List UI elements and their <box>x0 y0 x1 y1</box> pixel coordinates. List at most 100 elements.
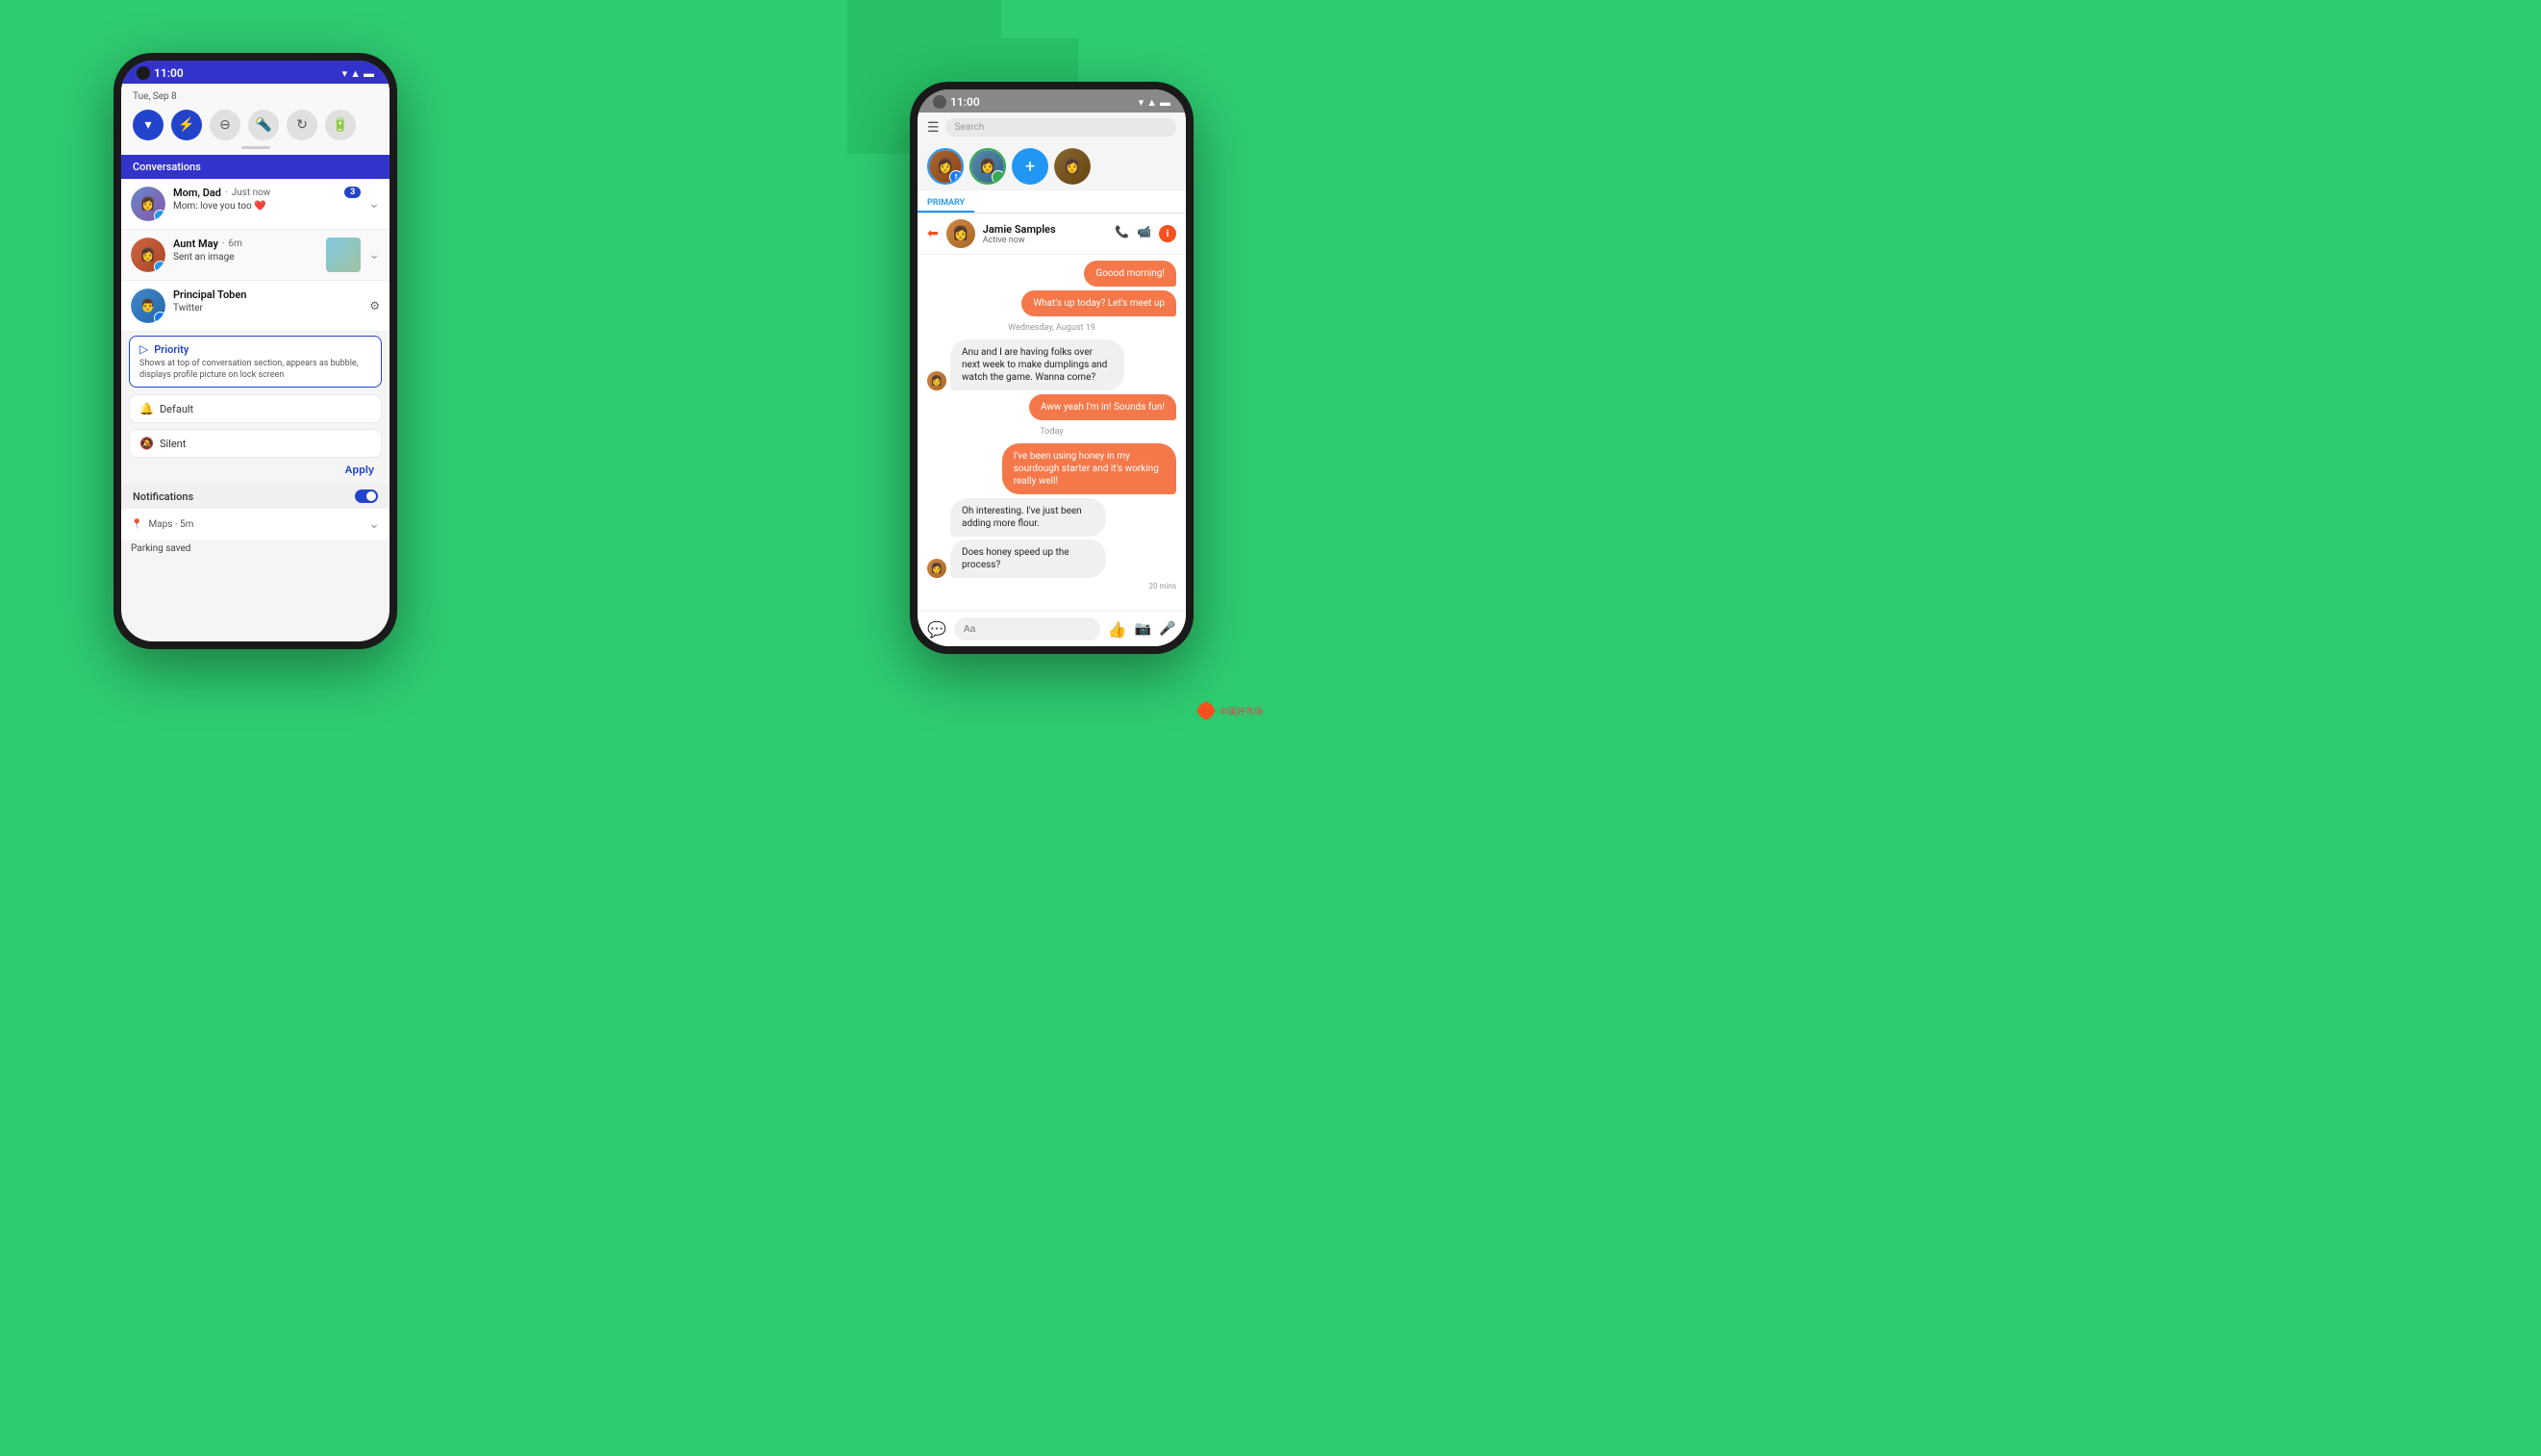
avatar-badge-mom-dad <box>154 210 165 221</box>
conversations-header: Conversations <box>121 155 390 179</box>
story-avatar-3[interactable]: 👩 <box>1054 148 1091 185</box>
chevron-aunt-may[interactable]: ⌄ <box>368 247 380 263</box>
quick-settings: Tue, Sep 8 ▾ ⚡ ⊖ 🔦 ↻ 🔋 <box>121 84 390 155</box>
wifi-toggle[interactable]: ▾ <box>133 110 164 140</box>
battery-icon-left: ▬ <box>364 67 374 80</box>
dnd-toggle[interactable]: ⊖ <box>210 110 240 140</box>
chat-header: ⬅ 👩 Jamie Samples Active now 📞 📹 i <box>918 213 1186 255</box>
apply-button[interactable]: Apply <box>344 464 374 476</box>
bluetooth-toggle[interactable]: ⚡ <box>171 110 202 140</box>
battery-saver-toggle[interactable]: 🔋 <box>325 110 356 140</box>
notif-name-aunt-may: Aunt May <box>173 238 218 250</box>
status-icons-left: ▾ ▲ ▬ <box>342 67 374 80</box>
flashlight-icon: 🔦 <box>255 117 271 133</box>
notif-thumb-aunt-may <box>326 238 361 272</box>
story-add-button[interactable]: + <box>1012 148 1048 185</box>
msg-3: Anu and I are having folks over next wee… <box>950 339 1124 390</box>
phone-left-screen: 11:00 ▾ ▲ ▬ Tue, Sep 8 ▾ ⚡ ⊖ <box>121 61 390 641</box>
priority-icon: ▷ <box>139 342 148 356</box>
priority-desc: Shows at top of conversation section, ap… <box>139 359 371 381</box>
status-bar-left: 11:00 ▾ ▲ ▬ <box>121 61 390 84</box>
priority-label: Priority <box>154 343 189 356</box>
chat-bottom-bar: 💬 👍 📷 🎤 + <box>918 611 1186 646</box>
msg-2: What's up today? Let's meet up <box>1021 290 1176 316</box>
maps-message: Parking saved <box>121 540 390 560</box>
avatar-mom-dad: 👩 <box>131 187 165 221</box>
rotate-toggle[interactable]: ↻ <box>287 110 317 140</box>
wifi-icon-right: ▾ <box>1139 96 1145 109</box>
flashlight-toggle[interactable]: 🔦 <box>248 110 279 140</box>
msg-avatar-3: 👩 <box>927 371 946 390</box>
info-icon[interactable]: i <box>1159 225 1176 242</box>
notif-name-principal: Principal Toben <box>173 289 246 301</box>
maps-pin-icon: 📍 <box>131 519 142 530</box>
notif-text-mom-dad: Mom: love you too ❤️ <box>173 201 337 212</box>
option-default-label: Default <box>160 403 193 415</box>
fb-badge-1: f <box>949 170 963 184</box>
story-avatar-2[interactable]: 👩 <box>969 148 1006 185</box>
battery-saver-icon: 🔋 <box>332 117 348 133</box>
watermark-text: 中国好市场 <box>1220 705 1263 717</box>
chevron-maps[interactable]: ⌄ <box>368 516 380 532</box>
msg-avatar-6: 👩 <box>927 559 946 578</box>
back-icon[interactable]: ⬅ <box>927 226 939 241</box>
qs-date: Tue, Sep 8 <box>133 91 378 102</box>
watermark: 中国好市场 <box>1196 701 1263 720</box>
message-input[interactable] <box>954 617 1100 640</box>
conversations-label: Conversations <box>133 161 201 173</box>
msg-badge-2 <box>992 170 1005 184</box>
video-icon[interactable]: 📹 <box>1137 225 1151 242</box>
search-placeholder: Search <box>955 122 985 133</box>
phone-icon[interactable]: 📞 <box>1115 225 1129 242</box>
messenger-icon[interactable]: 💬 <box>927 620 946 639</box>
notif-title-row-mom-dad: Mom, Dad · Just now <box>173 187 337 199</box>
camera-dot-left <box>137 66 150 80</box>
notifications-toggle[interactable] <box>355 490 378 503</box>
qs-handle <box>241 146 270 149</box>
like-icon[interactable]: 👍 <box>1108 620 1127 639</box>
stories-row: 👩 f 👩 + 👩 <box>918 142 1186 190</box>
chat-avatar: 👩 <box>946 219 975 248</box>
notif-title-row-aunt-may: Aunt May · 6m <box>173 238 318 250</box>
bluetooth-icon: ⚡ <box>178 117 194 133</box>
option-silent[interactable]: 🔕 Silent <box>129 429 382 458</box>
conversation-mom-dad[interactable]: 👩 Mom, Dad · Just now Mom: love you too … <box>121 179 390 230</box>
more-icon[interactable]: + <box>1184 621 1186 637</box>
notif-content-principal: Principal Toben Twitter <box>173 289 362 314</box>
chat-info: Jamie Samples Active now <box>983 223 1107 245</box>
settings-icon-principal[interactable]: ⚙ <box>369 299 380 313</box>
notif-text-aunt-may: Sent an image <box>173 252 318 263</box>
search-bar[interactable]: Search <box>945 118 1176 137</box>
phone-left: 11:00 ▾ ▲ ▬ Tue, Sep 8 ▾ ⚡ ⊖ <box>113 53 397 649</box>
msg-row-6: 👩 Oh interesting. I've just been adding … <box>927 498 1176 578</box>
mic-icon[interactable]: 🎤 <box>1159 621 1175 637</box>
notif-time-mom-dad: Just now <box>232 188 271 198</box>
chat-status: Active now <box>983 236 1107 245</box>
toggle-thumb <box>366 491 376 501</box>
tab-primary[interactable]: PRIMARY <box>918 195 974 213</box>
priority-dropdown[interactable]: ▷ Priority Shows at top of conversation … <box>129 336 382 388</box>
date-divider-1: Wednesday, August 19 <box>927 323 1176 333</box>
priority-title-row: ▷ Priority <box>139 342 371 356</box>
rotate-icon: ↻ <box>296 117 308 133</box>
wifi-icon-left: ▾ <box>342 67 348 80</box>
notif-name-mom-dad: Mom, Dad <box>173 187 221 199</box>
hamburger-icon[interactable]: ☰ <box>927 120 940 136</box>
signal-icon-left: ▲ <box>350 67 361 80</box>
apply-row: Apply <box>121 461 390 484</box>
phone-right: 11:00 ▾ ▲ ▬ ☰ Search 👩 f 👩 <box>910 82 1194 654</box>
camera-icon-bottom[interactable]: 📷 <box>1135 621 1151 637</box>
date-divider-2: Today <box>927 427 1176 437</box>
conversation-aunt-may[interactable]: 👩 Aunt May · 6m Sent an image ⌄ <box>121 230 390 281</box>
story-avatar-1[interactable]: 👩 f <box>927 148 964 185</box>
maps-notification[interactable]: 📍 Maps · 5m ⌄ <box>121 509 390 540</box>
signal-icon-right: ▲ <box>1146 96 1157 109</box>
notif-text-principal: Twitter <box>173 303 362 314</box>
option-default[interactable]: 🔔 Default <box>129 394 382 423</box>
chevron-mom-dad[interactable]: ⌄ <box>368 196 380 212</box>
conversation-principal-toben[interactable]: 👨 Principal Toben Twitter ⚙ <box>121 281 390 332</box>
time-left: 11:00 <box>154 66 184 80</box>
notifications-label: Notifications <box>133 490 193 503</box>
option-silent-label: Silent <box>160 438 186 450</box>
messages-area: Goood morning! What's up today? Let's me… <box>918 255 1186 611</box>
